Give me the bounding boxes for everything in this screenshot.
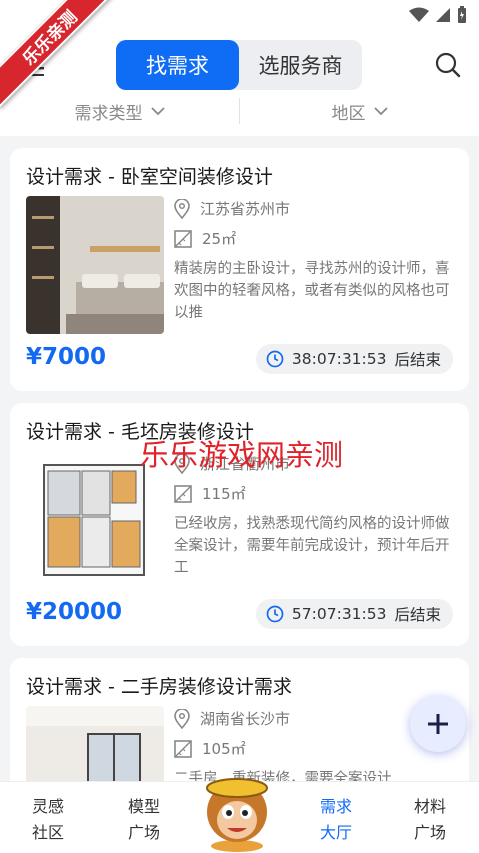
tab-inspiration-community[interactable]: 灵感 社区 bbox=[18, 794, 78, 846]
filter-label: 地区 bbox=[331, 103, 366, 124]
area-ruler-icon bbox=[174, 739, 192, 758]
chevron-down-icon bbox=[150, 107, 165, 116]
filter-region[interactable]: 地区 bbox=[240, 96, 479, 126]
tab-label: 大厅 bbox=[319, 823, 352, 842]
area-row: 105㎡ bbox=[174, 738, 246, 759]
clock-icon bbox=[266, 350, 284, 368]
tab-demand-hall[interactable]: 需求 大厅 bbox=[306, 794, 366, 846]
tab-label: 广场 bbox=[413, 823, 446, 842]
location-pin-icon bbox=[174, 708, 190, 729]
add-demand-button[interactable] bbox=[410, 696, 466, 752]
location-pin-icon bbox=[174, 198, 190, 219]
tab-choose-provider[interactable]: 选服务商 bbox=[239, 40, 362, 90]
wifi-icon bbox=[409, 7, 429, 22]
plus-icon bbox=[428, 714, 448, 734]
watermark-text: 乐乐游戏网亲测 bbox=[140, 438, 344, 472]
location-row: 湖南省长沙市 bbox=[174, 708, 290, 729]
area-ruler-icon bbox=[174, 229, 192, 248]
tab-find-demand[interactable]: 找需求 bbox=[116, 40, 239, 90]
mode-switch: 找需求 选服务商 bbox=[116, 40, 362, 90]
countdown-badge: 57:07:31:53 后结束 bbox=[255, 599, 453, 629]
search-icon[interactable] bbox=[435, 52, 461, 78]
card-description: 已经收房，找熟悉现代简约风格的设计师做全案设计，需要年前完成设计，预计年后开工 bbox=[174, 516, 450, 576]
clock-icon bbox=[266, 605, 284, 623]
filter-bar: 需求类型 地区 bbox=[0, 96, 479, 126]
budget-price: ¥7000 bbox=[26, 344, 107, 370]
tab-label: 灵感 bbox=[31, 797, 64, 816]
location-row: 江苏省苏州市 bbox=[174, 198, 290, 219]
countdown-suffix: 后结束 bbox=[394, 606, 441, 624]
area-text: 105㎡ bbox=[202, 740, 246, 758]
card-title: 设计需求 - 二手房装修设计需求 bbox=[26, 676, 292, 698]
countdown-badge: 38:07:31:53 后结束 bbox=[255, 344, 453, 374]
tab-label: 模型 bbox=[127, 797, 160, 816]
battery-icon bbox=[458, 6, 466, 23]
location-text: 江苏省苏州市 bbox=[200, 200, 291, 218]
filter-label: 需求类型 bbox=[74, 103, 143, 124]
tab-label: 广场 bbox=[127, 823, 160, 842]
tab-material-square[interactable]: 材料 广场 bbox=[400, 794, 460, 846]
demand-card[interactable]: 设计需求 - 卧室空间装修设计 江苏省苏州市 25㎡ 精装房的主卧设计，寻找苏州… bbox=[10, 148, 469, 391]
area-text: 25㎡ bbox=[202, 230, 237, 248]
tab-label: 材料 bbox=[413, 797, 446, 816]
card-title: 设计需求 - 卧室空间装修设计 bbox=[26, 166, 273, 188]
countdown-suffix: 后结束 bbox=[394, 351, 441, 369]
area-text: 115㎡ bbox=[202, 485, 246, 503]
signal-icon bbox=[436, 8, 450, 22]
area-row: 25㎡ bbox=[174, 228, 236, 249]
monkey-king-mascot bbox=[206, 778, 268, 852]
location-text: 湖南省长沙市 bbox=[200, 710, 291, 728]
area-ruler-icon bbox=[174, 484, 192, 503]
chevron-down-icon bbox=[373, 107, 388, 116]
bedroom-photo bbox=[26, 196, 164, 334]
filter-demand-type[interactable]: 需求类型 bbox=[0, 96, 239, 126]
card-description: 精装房的主卧设计，寻找苏州的设计师，喜欢图中的轻奢风格，或者有类似的风格也可以推 bbox=[174, 261, 450, 321]
countdown-time: 38:07:31:53 bbox=[291, 350, 387, 368]
countdown-time: 57:07:31:53 bbox=[291, 605, 387, 623]
top-header: 找需求 选服务商 需求类型 地区 bbox=[0, 32, 479, 136]
tab-label: 社区 bbox=[31, 823, 64, 842]
budget-price: ¥20000 bbox=[26, 599, 123, 625]
tab-model-square[interactable]: 模型 广场 bbox=[114, 794, 174, 846]
tab-label: 需求 bbox=[319, 797, 352, 816]
area-row: 115㎡ bbox=[174, 483, 246, 504]
